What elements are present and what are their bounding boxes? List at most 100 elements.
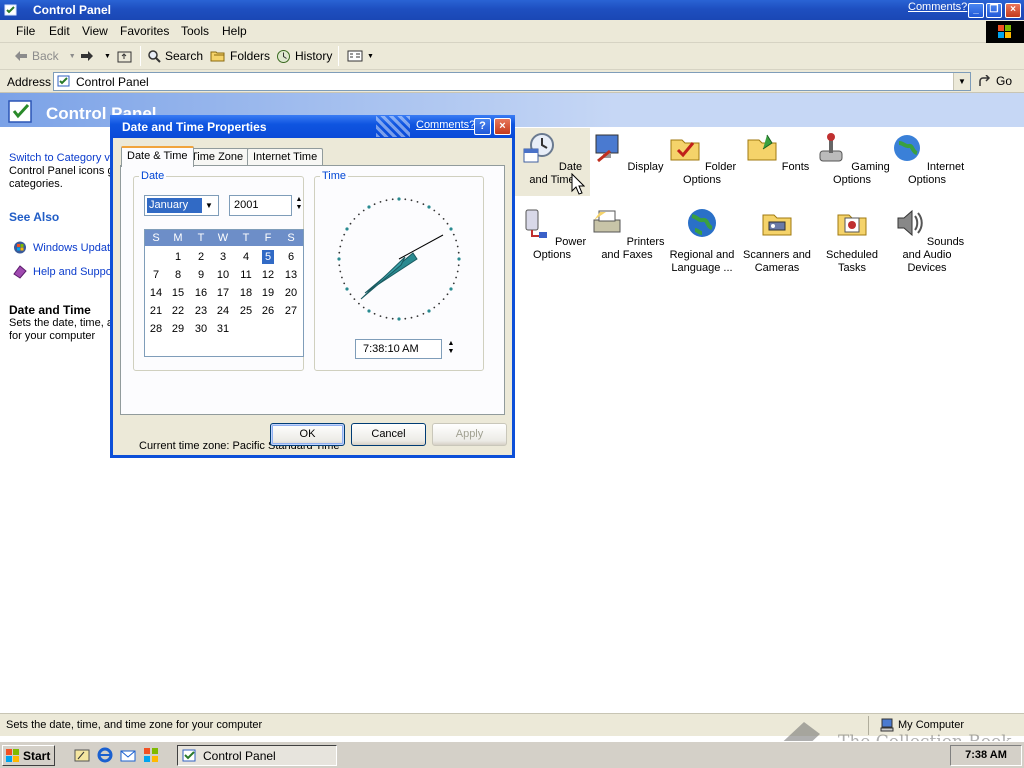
calendar-day[interactable]: 5 (257, 249, 279, 265)
folders-button[interactable]: Folders (210, 48, 270, 64)
calendar-day[interactable]: 19 (257, 285, 279, 301)
control-panel-icon (182, 749, 196, 761)
calendar-day[interactable]: 24 (212, 303, 234, 319)
menu-help[interactable]: Help (222, 24, 247, 38)
cp-item-folder-options[interactable]: Folder Options (664, 131, 740, 187)
comments-link[interactable]: Comments? (908, 1, 967, 13)
search-button[interactable]: Search (147, 48, 203, 64)
cp-item-internet-options[interactable]: Internet Options (889, 131, 965, 187)
calendar-day[interactable]: 3 (212, 249, 234, 265)
calendar-day[interactable]: 18 (235, 285, 257, 301)
calendar-day[interactable]: 13 (280, 267, 302, 283)
spin-down-icon[interactable]: ▼ (446, 348, 456, 356)
calendar-day[interactable]: 7 (145, 267, 167, 283)
calendar-day[interactable]: 20 (280, 285, 302, 301)
dialog-titlebar[interactable]: Date and Time Properties Comments? ? × (110, 115, 515, 138)
calendar-day[interactable]: 30 (190, 321, 212, 337)
year-spinner[interactable]: ▲ ▼ (294, 196, 304, 214)
calendar-day[interactable]: 12 (257, 267, 279, 283)
spin-up-icon[interactable]: ▲ (294, 196, 304, 204)
chevron-down-icon[interactable]: ▼ (69, 53, 76, 60)
back-button[interactable]: Back ▼ (14, 48, 76, 64)
menu-edit[interactable]: Edit (49, 24, 70, 38)
dialog-close-button[interactable]: × (494, 118, 511, 135)
restore-button[interactable]: ❐ (986, 3, 1002, 18)
ok-button[interactable]: OK (270, 423, 345, 446)
menu-view[interactable]: View (82, 24, 108, 38)
calendar-day[interactable]: 28 (145, 321, 167, 337)
time-field[interactable]: 7:38:10 AM (355, 339, 442, 359)
cp-item-scanners-cameras[interactable]: Scanners and Cameras (739, 206, 815, 275)
up-folder-button[interactable] (117, 48, 132, 64)
calendar-day[interactable]: 25 (235, 303, 257, 319)
address-input[interactable]: Control Panel ▼ (53, 72, 971, 91)
cp-item-gaming-options[interactable]: Gaming Options (814, 131, 890, 187)
calendar-day[interactable]: 21 (145, 303, 167, 319)
calendar-day[interactable]: 11 (235, 267, 257, 283)
switch-category-link[interactable]: Switch to Category v (9, 152, 110, 164)
forward-button[interactable]: ▼ (80, 48, 111, 64)
calendar-day[interactable]: 14 (145, 285, 167, 301)
year-field[interactable]: 2001 (229, 195, 292, 216)
time-spinner[interactable]: ▲ ▼ (446, 340, 456, 358)
calendar-day[interactable]: 27 (280, 303, 302, 319)
chevron-down-icon[interactable]: ▼ (104, 53, 111, 60)
windows-update-link[interactable]: Windows Update (12, 240, 116, 255)
calendar-day[interactable]: 29 (167, 321, 189, 337)
outlook-express-icon[interactable] (120, 747, 136, 763)
chevron-down-icon[interactable]: ▼ (367, 53, 374, 60)
close-button[interactable]: × (1005, 3, 1021, 18)
calendar-day[interactable]: 31 (212, 321, 234, 337)
minimize-button[interactable]: _ (968, 3, 984, 18)
month-calendar[interactable]: S M T W T F S 1 2 3 4 5 6 7 8 9 10 11 12 13 14 15 16 17 1… (144, 229, 304, 357)
calendar-day[interactable]: 6 (280, 249, 302, 265)
history-button[interactable]: History (276, 48, 332, 64)
spin-down-icon[interactable]: ▼ (294, 204, 304, 212)
calendar-day[interactable]: 4 (235, 249, 257, 265)
views-button[interactable]: ▼ (347, 48, 374, 64)
dialog-help-button[interactable]: ? (474, 118, 491, 135)
menu-favorites[interactable]: Favorites (120, 24, 169, 38)
cp-item-printers-and-faxes[interactable]: Printers and Faxes (589, 206, 665, 262)
help-support-link[interactable]: Help and Support (12, 264, 119, 279)
cancel-button[interactable]: Cancel (351, 423, 426, 446)
calendar-day[interactable]: 10 (212, 267, 234, 283)
windows-media-icon[interactable] (143, 747, 159, 763)
menu-tools[interactable]: Tools (181, 24, 209, 38)
calendar-day[interactable]: 23 (190, 303, 212, 319)
chevron-down-icon[interactable]: ▼ (201, 197, 217, 214)
tab-date-time[interactable]: Date & Time (121, 146, 194, 167)
cp-item-display[interactable]: Display (589, 131, 665, 174)
start-button[interactable]: Start (2, 745, 55, 766)
cp-item-regional-language[interactable]: Regional and Language ... (664, 206, 740, 275)
calendar-day[interactable]: 1 (167, 249, 189, 265)
calendar-day-number: 27 (284, 305, 298, 317)
calendar-day[interactable]: 17 (212, 285, 234, 301)
show-desktop-icon[interactable] (74, 747, 90, 763)
system-tray-clock[interactable]: 7:38 AM (950, 745, 1022, 766)
cp-item-scheduled-tasks[interactable]: Scheduled Tasks (814, 206, 890, 275)
spin-up-icon[interactable]: ▲ (446, 340, 456, 348)
calendar-day[interactable]: 2 (190, 249, 212, 265)
calendar-day[interactable]: 16 (190, 285, 212, 301)
cp-item-sounds-audio[interactable]: Sounds and Audio Devices (889, 206, 965, 275)
cp-item-power-options[interactable]: Power Options (514, 206, 590, 262)
calendar-day[interactable]: 26 (257, 303, 279, 319)
tab-internet-time[interactable]: Internet Time (247, 148, 324, 166)
taskbar-control-panel-button[interactable]: Control Panel (177, 745, 337, 766)
menu-file[interactable]: File (16, 24, 35, 38)
address-dropdown-button[interactable]: ▼ (953, 73, 970, 90)
apply-button[interactable]: Apply (432, 423, 507, 446)
window-titlebar[interactable]: Control Panel Comments? _ ❐ × (0, 0, 1024, 20)
calendar-day[interactable]: 22 (167, 303, 189, 319)
cp-item-fonts[interactable]: Fonts (739, 131, 815, 174)
calendar-day[interactable]: 8 (167, 267, 189, 283)
internet-explorer-icon[interactable] (97, 747, 113, 763)
go-button[interactable]: Go (978, 74, 1012, 88)
calendar-day[interactable]: 15 (167, 285, 189, 301)
calendar-day[interactable]: 9 (190, 267, 212, 283)
calendar-day-number: 6 (287, 251, 295, 263)
dialog-comments-link[interactable]: Comments? (416, 119, 475, 131)
month-select[interactable]: January ▼ (144, 195, 219, 216)
tab-time-zone[interactable]: Time Zone (185, 148, 250, 166)
